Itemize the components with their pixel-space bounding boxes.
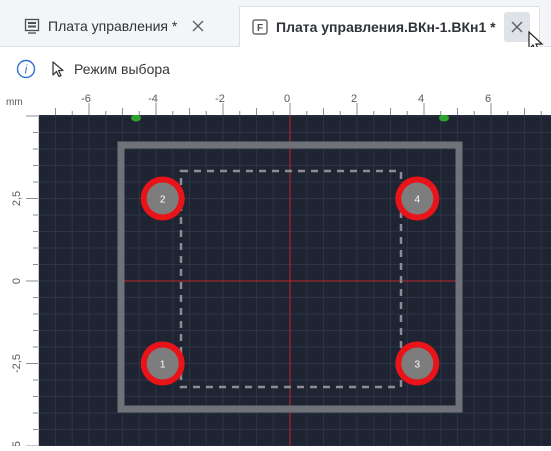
close-icon[interactable] <box>503 12 530 42</box>
ruler-x-tick-label: 6 <box>485 93 491 105</box>
footprint-canvas[interactable]: 1 2 3 4 <box>39 115 551 446</box>
ruler-x-tick-label: 0 <box>284 93 290 105</box>
footprint-icon: F <box>252 19 268 35</box>
close-icon[interactable] <box>187 15 209 37</box>
ruler-y-tick-label: -5 <box>11 441 23 446</box>
info-icon[interactable]: i <box>16 59 36 79</box>
selection-mode-label: Режим выбора <box>74 61 170 77</box>
vertical-ruler: 2,5 0 -2,5 -5 <box>0 115 39 451</box>
pad-3[interactable]: 3 <box>395 341 440 386</box>
pad-number-label: 1 <box>160 360 166 371</box>
ruler-unit-label: mm <box>6 97 23 108</box>
ruler-y-tick-label: -2,5 <box>11 354 23 373</box>
selection-mode-button[interactable]: Режим выбора <box>50 60 170 78</box>
ruler-x-tick-label: -2 <box>215 93 225 105</box>
horizontal-ruler: -6 -4 -2 0 2 4 6 <box>0 91 551 116</box>
tab-label: Плата управления * <box>48 18 178 34</box>
pad-number-label: 3 <box>415 360 421 371</box>
ruler-x-tick-label: -4 <box>148 93 158 105</box>
pad-number-label: 4 <box>415 195 421 206</box>
ruler-x-tick-label: -6 <box>81 93 91 105</box>
pad-number-label: 2 <box>160 195 166 206</box>
footprint-letter: F <box>257 23 263 34</box>
tab-label: Плата управления.ВКн-1.ВКн1 * <box>276 19 496 35</box>
toolbar: i Режим выбора <box>0 47 551 92</box>
courtyard-outline <box>179 169 403 389</box>
cursor-arrow-icon <box>52 61 64 78</box>
tab-pcb-board[interactable]: Плата управления * <box>10 6 238 46</box>
ruler-y-tick-label: 0 <box>11 278 23 284</box>
ruler-x-tick-label: 2 <box>351 93 357 105</box>
ruler-x-tick-label: 4 <box>418 93 424 105</box>
tab-footprint[interactable]: F Плата управления.ВКн-1.ВКн1 * <box>239 6 540 47</box>
pad-2[interactable]: 2 <box>140 176 185 221</box>
pcb-board-icon <box>24 18 40 34</box>
ruler-y-tick-label: 2,5 <box>11 191 23 206</box>
pad-4[interactable]: 4 <box>395 176 440 221</box>
tab-bar: Плата управления * F Плата управления.ВК… <box>0 0 551 53</box>
svg-text:i: i <box>25 63 28 77</box>
pad-1[interactable]: 1 <box>140 341 185 386</box>
